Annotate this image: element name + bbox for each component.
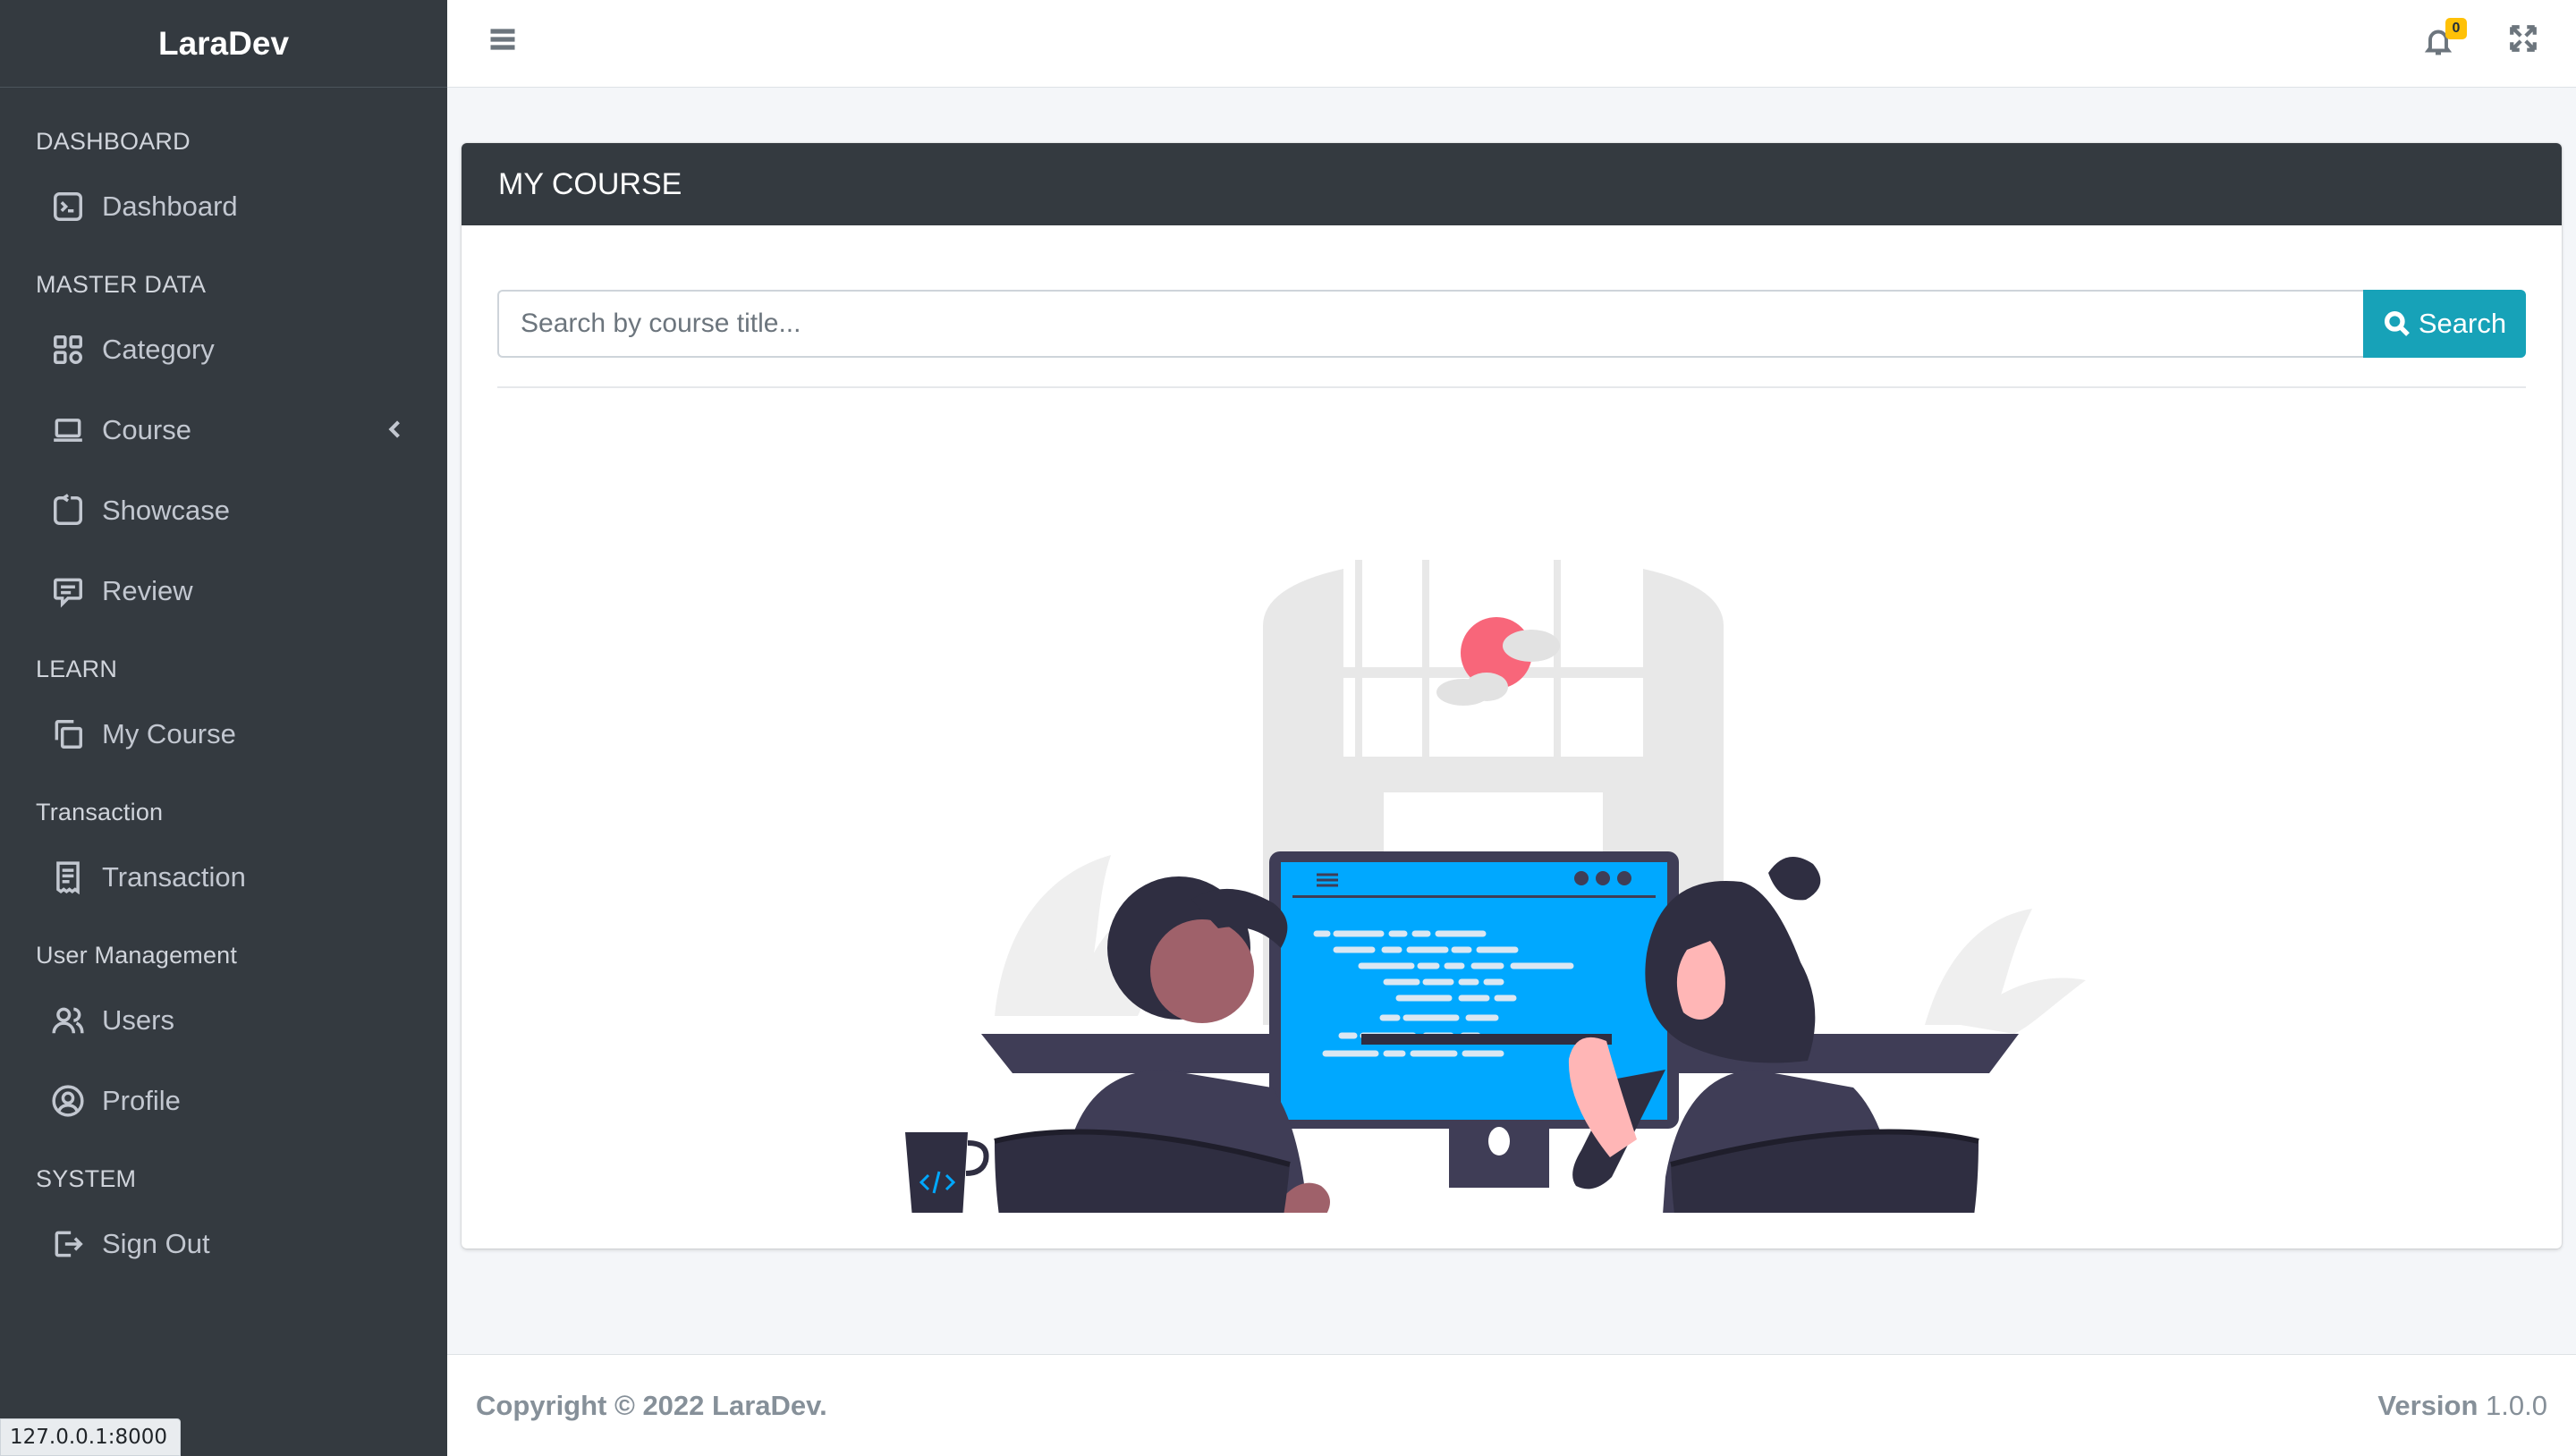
nav-header-user-management: User Management — [36, 942, 238, 969]
sidebar-item-review[interactable]: Review — [0, 551, 447, 631]
sidebar-item-label: Users — [102, 1004, 174, 1036]
sign-out-icon — [50, 1226, 86, 1262]
search-bar: Search — [497, 290, 2526, 358]
status-url: 127.0.0.1:8000 — [0, 1418, 182, 1456]
rotate-square-icon — [50, 493, 86, 529]
fullscreen-icon[interactable] — [2508, 23, 2540, 55]
sidebar-item-label: My Course — [102, 718, 236, 749]
sidebar-item-course[interactable]: Course — [0, 390, 447, 470]
notification-count-badge: 0 — [2445, 18, 2467, 39]
version-label: Version — [2377, 1389, 2479, 1421]
sidebar-item-label: Review — [102, 575, 193, 606]
sidebar: LaraDev DASHBOARD Dashboard MASTER DATA … — [0, 0, 447, 1456]
search-icon — [2384, 311, 2410, 336]
nav-header-master-data: MASTER DATA — [36, 271, 207, 298]
terminal-square-icon — [50, 189, 86, 224]
person-circle-icon — [50, 1083, 86, 1119]
version-value: 1.0.0 — [2486, 1389, 2547, 1421]
notifications-button[interactable]: 0 — [2422, 18, 2467, 61]
sidebar-item-label: Sign Out — [102, 1228, 210, 1259]
chat-square-icon — [50, 573, 86, 609]
grid-icon — [50, 332, 86, 368]
card-title: MY COURSE — [462, 143, 2562, 225]
sidebar-item-profile[interactable]: Profile — [0, 1061, 447, 1141]
laptop-icon — [50, 412, 86, 448]
my-course-card: MY COURSE Search — [462, 143, 2562, 1249]
sidebar-item-category[interactable]: Category — [0, 309, 447, 390]
copy-icon — [50, 716, 86, 752]
divider — [497, 386, 2526, 388]
sidebar-item-my-course[interactable]: My Course — [0, 694, 447, 775]
sidebar-item-transaction[interactable]: Transaction — [0, 837, 447, 918]
search-button[interactable]: Search — [2363, 290, 2526, 358]
nav-header-transaction: Transaction — [36, 799, 164, 825]
sidebar-item-users[interactable]: Users — [0, 980, 447, 1061]
sidebar-item-sign-out[interactable]: Sign Out — [0, 1204, 447, 1284]
footer: Copyright © 2022 LaraDev. Version 1.0.0 — [447, 1354, 2576, 1456]
empty-state-illustration — [905, 560, 2086, 1213]
people-icon — [50, 1003, 86, 1038]
brand-logo[interactable]: LaraDev — [0, 0, 447, 88]
sidebar-item-label: Dashboard — [102, 190, 238, 222]
sidebar-item-label: Transaction — [102, 861, 246, 893]
chevron-left-icon[interactable] — [383, 417, 408, 442]
sidebar-item-dashboard[interactable]: Dashboard — [0, 166, 447, 247]
top-navbar: 0 — [447, 0, 2576, 88]
footer-version: Version 1.0.0 — [2377, 1390, 2547, 1422]
hamburger-menu-icon[interactable] — [487, 23, 519, 55]
sidebar-item-showcase[interactable]: Showcase — [0, 470, 447, 551]
nav-header-system: SYSTEM — [36, 1165, 137, 1192]
footer-copyright: Copyright © 2022 LaraDev. — [476, 1389, 827, 1421]
search-button-label: Search — [2418, 308, 2507, 339]
sidebar-item-label: Category — [102, 334, 215, 365]
receipt-icon — [50, 859, 86, 895]
nav-header-dashboard: DASHBOARD — [36, 128, 191, 155]
search-input[interactable] — [497, 290, 2363, 358]
sidebar-item-label: Course — [102, 414, 191, 445]
sidebar-item-label: Showcase — [102, 495, 231, 526]
sidebar-nav: DASHBOARD Dashboard MASTER DATA Category… — [0, 88, 447, 1284]
sidebar-item-label: Profile — [102, 1085, 181, 1116]
nav-header-learn: LEARN — [36, 656, 118, 682]
